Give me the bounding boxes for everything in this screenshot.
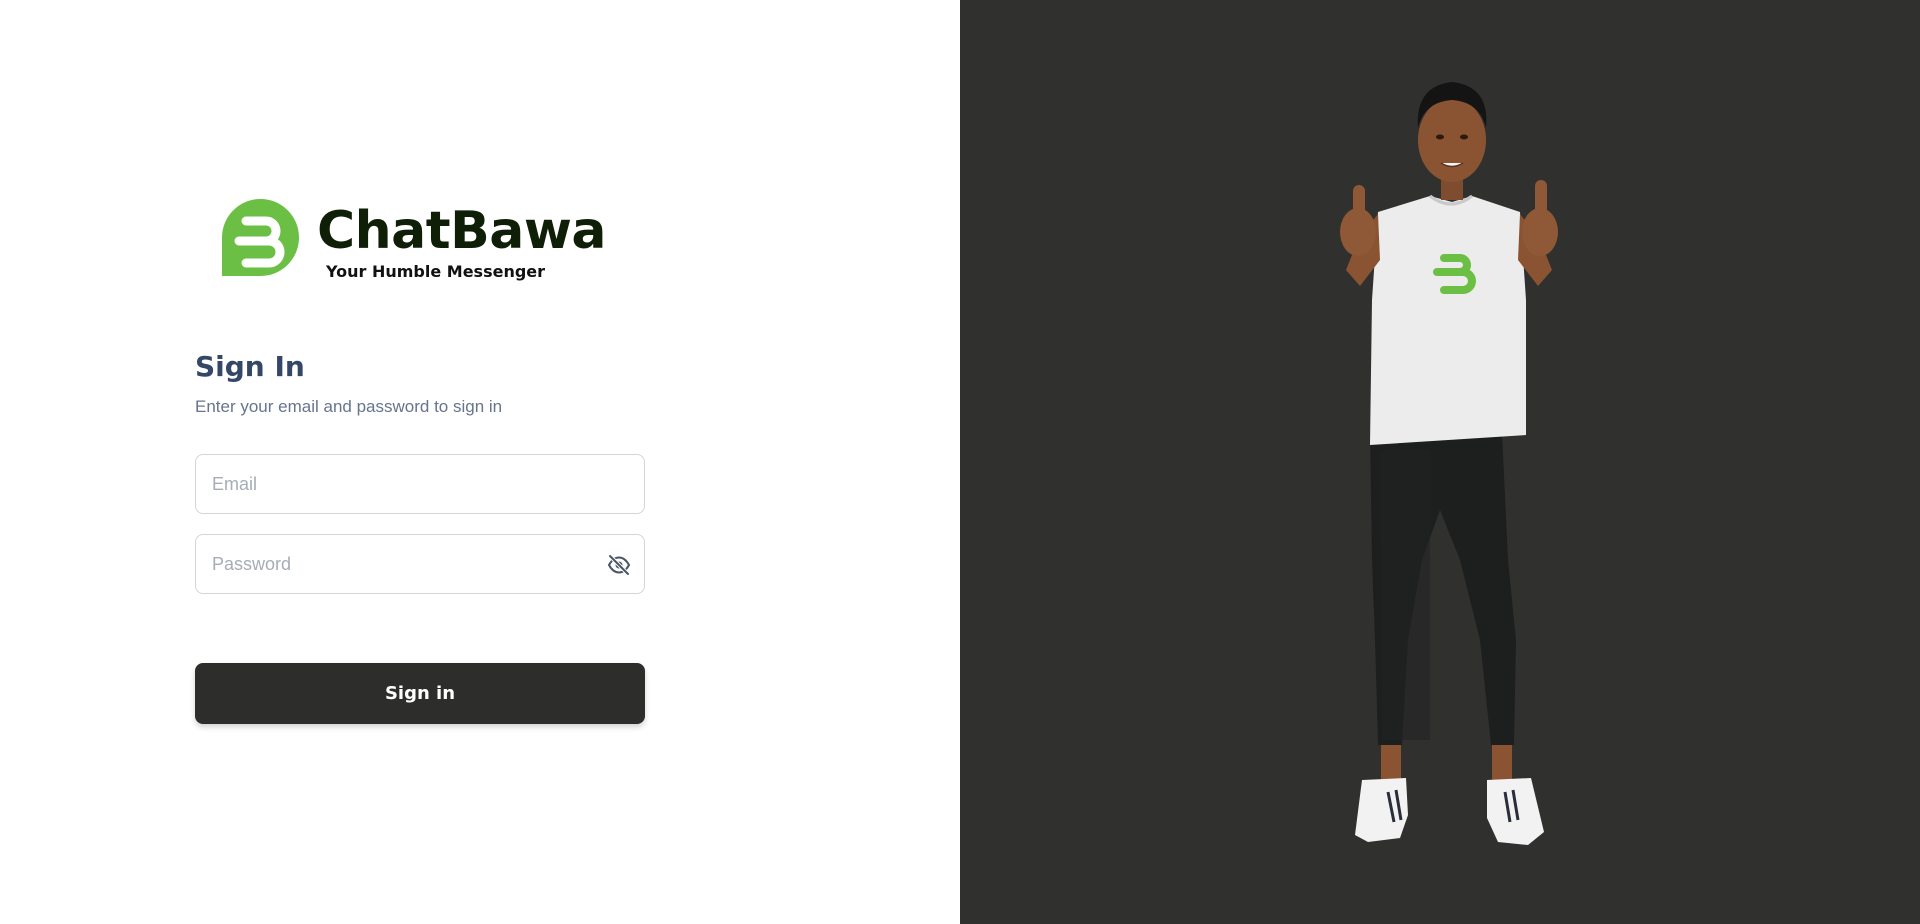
password-field-wrapper — [195, 534, 645, 594]
chatbawa-logo-icon — [222, 199, 299, 276]
signin-button[interactable]: Sign in — [195, 663, 645, 724]
email-field-wrapper — [195, 454, 645, 514]
brand-logo: ChatBawa Your Humble Messenger — [222, 199, 614, 283]
brand-name: ChatBawa — [317, 201, 606, 261]
page-title: Sign In — [195, 350, 305, 383]
brand-tagline: Your Humble Messenger — [326, 262, 546, 281]
signin-form: Sign In Enter your email and password to… — [195, 345, 645, 724]
signin-page: ChatBawa Your Humble Messenger Sign In E… — [0, 0, 1920, 924]
password-field[interactable] — [196, 535, 644, 593]
person-thumbs-up-illustration — [960, 0, 1920, 924]
page-subtitle: Enter your email and password to sign in — [195, 397, 503, 416]
hero-panel — [960, 0, 1920, 924]
eye-off-icon[interactable] — [606, 553, 632, 577]
email-field[interactable] — [196, 455, 644, 513]
signin-panel: ChatBawa Your Humble Messenger Sign In E… — [0, 0, 960, 924]
